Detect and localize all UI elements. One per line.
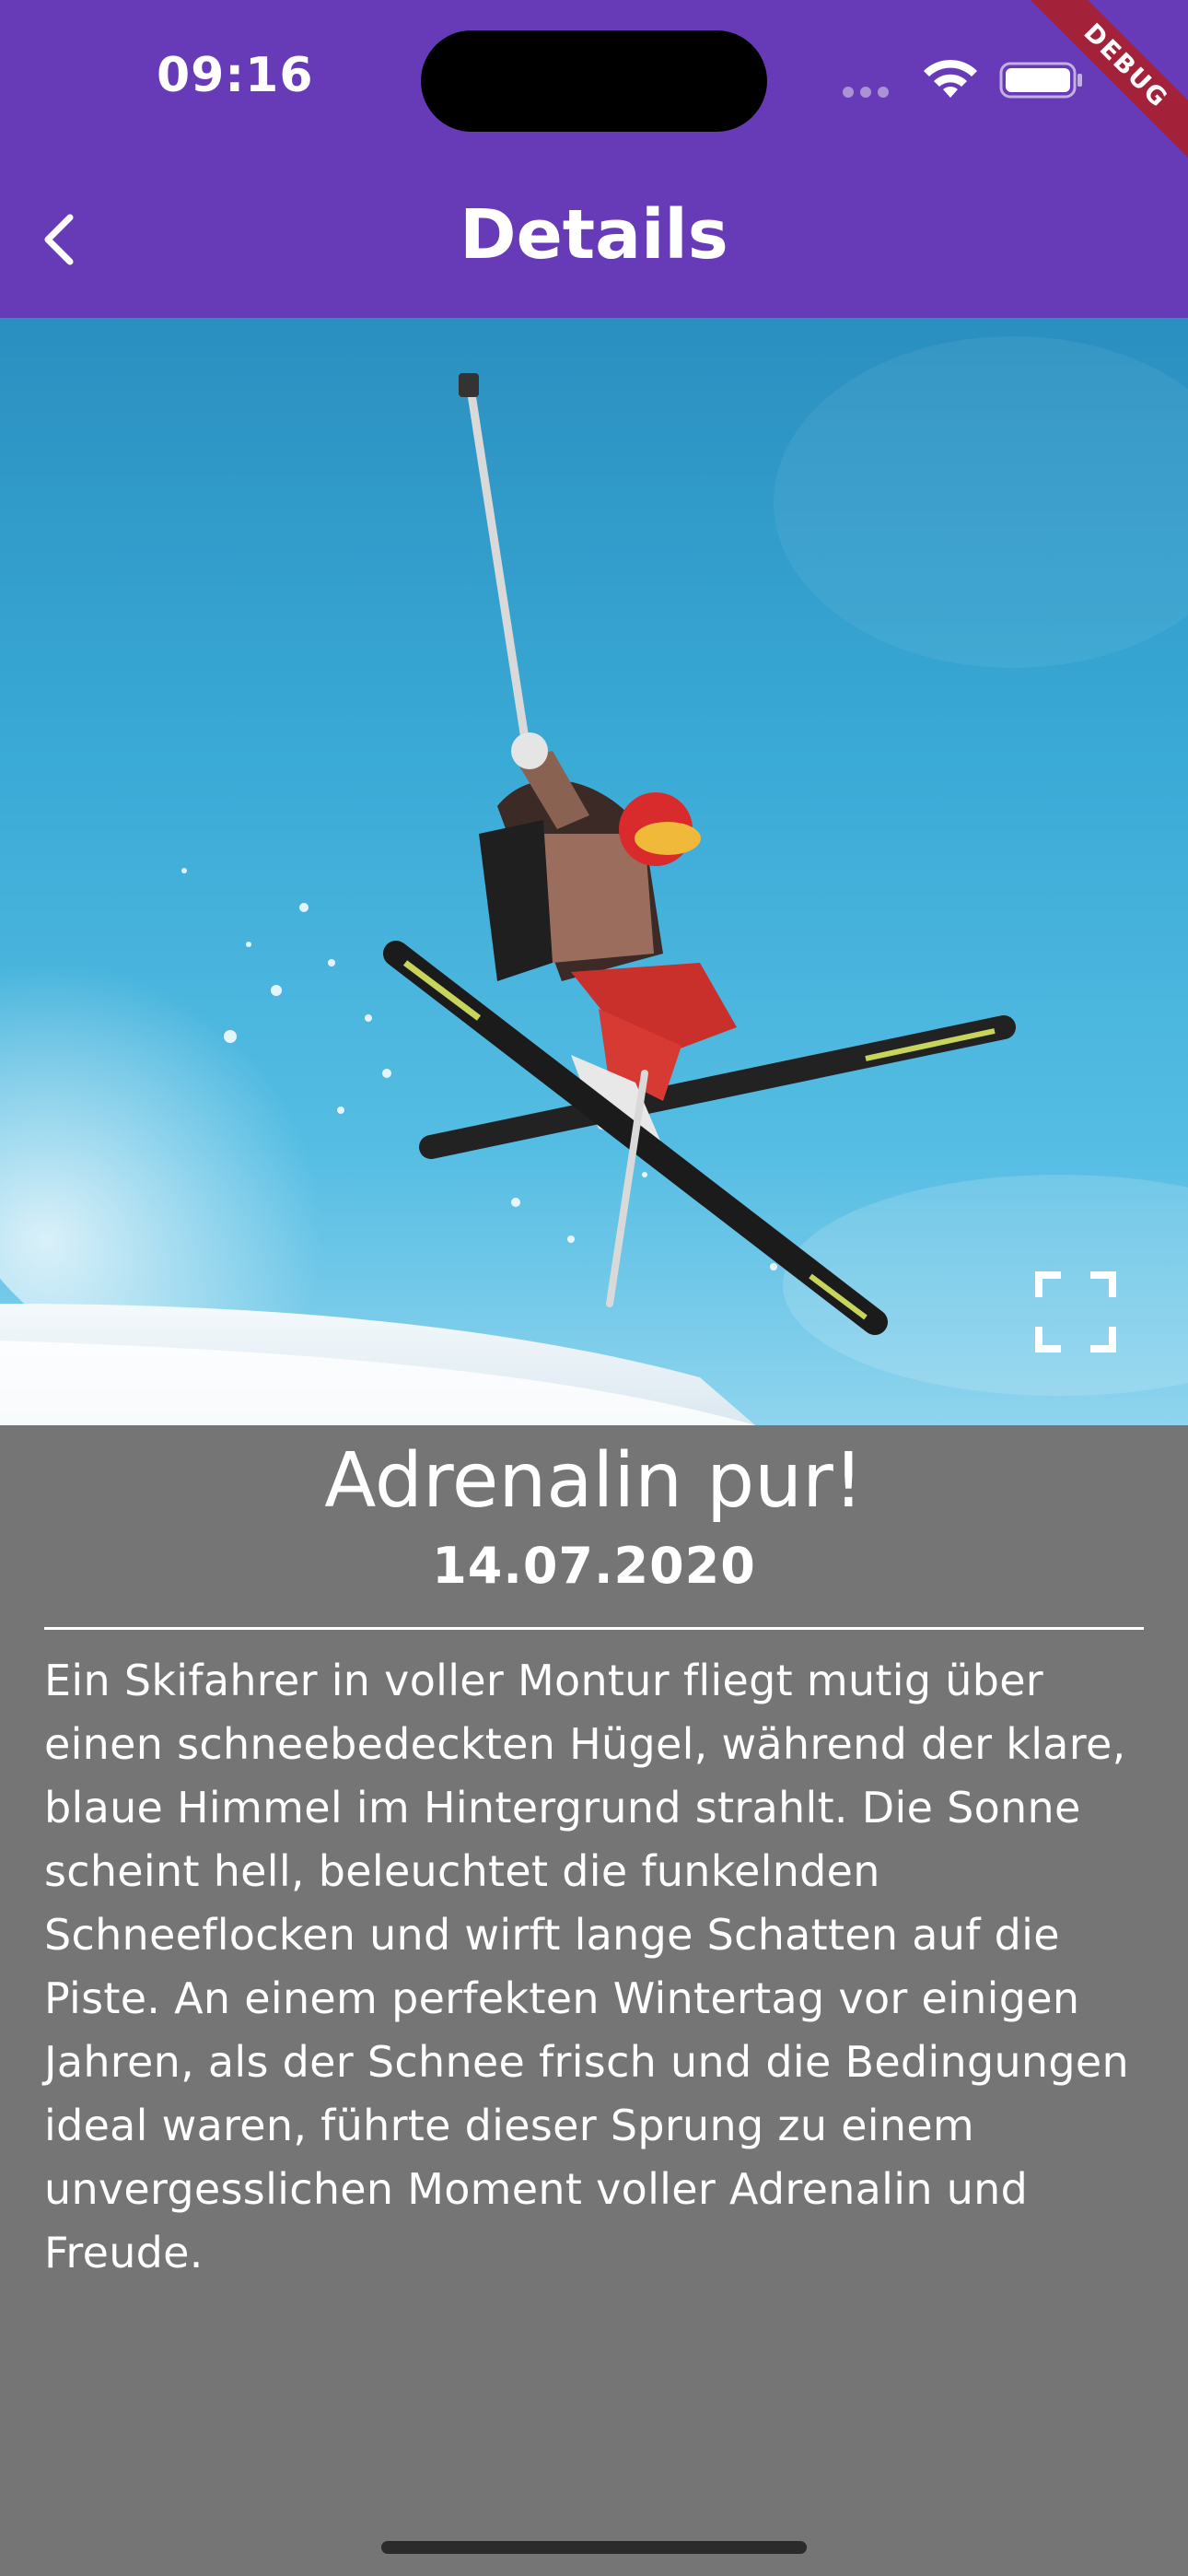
post-title: Adrenalin pur! (324, 1437, 864, 1525)
skier-illustration (0, 336, 1188, 1425)
dynamic-island (421, 30, 767, 132)
app-header: 09:16 DEBUG Details (0, 0, 1188, 318)
debug-banner: DEBUG (1004, 0, 1188, 184)
wifi-icon (924, 59, 977, 98)
fullscreen-button[interactable] (1035, 1271, 1116, 1352)
home-indicator[interactable] (381, 2541, 807, 2554)
post-description: Ein Skifahrer in voller Montur fliegt mu… (44, 1656, 1129, 2277)
fullscreen-icon (1035, 1271, 1116, 1352)
page-title: Details (460, 195, 728, 275)
status-time: 09:16 (157, 48, 314, 103)
debug-label: DEBUG (1026, 0, 1188, 166)
cellular-signal-icon (843, 87, 905, 98)
divider (44, 1627, 1144, 1630)
hero-photo[interactable] (0, 318, 1188, 1425)
details-screen: 09:16 DEBUG Details Adrenalin pur! 14.07… (0, 0, 1188, 2576)
post-date: 14.07.2020 (432, 1537, 756, 1595)
